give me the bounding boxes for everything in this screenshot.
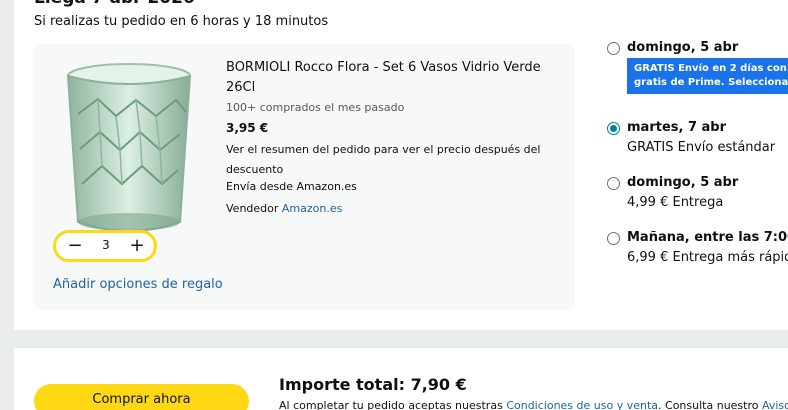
terms-link[interactable]: Condiciones de uso y venta bbox=[506, 399, 658, 410]
buy-now-button[interactable]: Comprar ahora bbox=[34, 384, 249, 410]
product-title[interactable]: BORMIOLI Rocco Flora - Set 6 Vasos Vidri… bbox=[226, 58, 556, 98]
radio-button[interactable] bbox=[607, 232, 620, 245]
shipping-option-label: martes, 7 abr bbox=[627, 120, 727, 135]
cart-item-card: BORMIOLI Rocco Flora - Set 6 Vasos Vidri… bbox=[34, 44, 575, 310]
prime-promo-line: gratis de Prime. Selecciona bbox=[634, 77, 788, 88]
legal-text: Al completar tu pedido aceptas nuestras bbox=[279, 399, 503, 410]
prime-promo-banner[interactable]: GRATIS Envío en 2 días con gratis de Pri… bbox=[627, 58, 788, 94]
price-note: Ver el resumen del pedido para ver el pr… bbox=[226, 143, 541, 176]
delivery-date-heading: Llega 7 abr 2026 bbox=[34, 0, 195, 8]
ships-from: Envía desde Amazon.es bbox=[226, 180, 357, 193]
legal-text: . Consulta nuestro bbox=[658, 399, 759, 410]
glass-tumbler-icon[interactable] bbox=[64, 54, 194, 240]
radio-button[interactable] bbox=[607, 42, 620, 55]
shipping-option-label: domingo, 5 abr bbox=[627, 40, 739, 55]
legal-notice: Al completar tu pedido aceptas nuestras … bbox=[279, 399, 788, 410]
seller-link[interactable]: Amazon.es bbox=[282, 202, 342, 215]
minus-icon[interactable]: − bbox=[65, 235, 85, 257]
radio-button[interactable] bbox=[607, 177, 620, 190]
plus-icon[interactable]: + bbox=[127, 235, 147, 257]
radio-button-selected[interactable] bbox=[607, 122, 620, 135]
seller-info: Vendedor Amazon.es bbox=[226, 202, 342, 215]
prime-promo-line: GRATIS Envío en 2 días con bbox=[634, 63, 787, 74]
shipping-option-desc: 6,99 € Entrega más rápida bbox=[627, 250, 788, 265]
order-total: Importe total: 7,90 € bbox=[279, 375, 467, 394]
quantity-value: 3 bbox=[102, 238, 110, 252]
quantity-stepper: − 3 + bbox=[53, 230, 157, 262]
purchase-count: 100+ comprados el mes pasado bbox=[226, 101, 405, 114]
shipping-option-label: domingo, 5 abr bbox=[627, 175, 739, 190]
shipping-option-desc: 4,99 € Entrega bbox=[627, 195, 724, 210]
shipping-option-label: Mañana, entre las 7:00 y bbox=[627, 230, 788, 245]
privacy-link[interactable]: Aviso de bbox=[762, 399, 788, 410]
seller-label: Vendedor bbox=[226, 202, 279, 215]
shipping-option-desc: GRATIS Envío estándar bbox=[627, 140, 776, 155]
gift-options-link[interactable]: Añadir opciones de regalo bbox=[53, 277, 223, 292]
delivery-countdown: Si realizas tu pedido en 6 horas y 18 mi… bbox=[34, 14, 329, 29]
product-price: 3,95 € bbox=[226, 121, 269, 135]
